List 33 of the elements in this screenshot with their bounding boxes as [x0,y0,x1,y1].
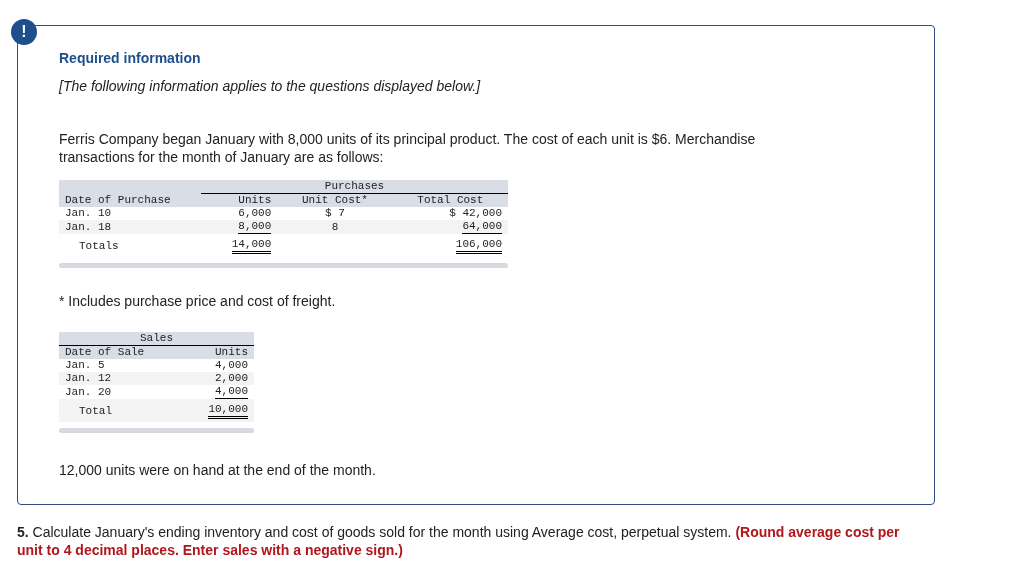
section-title: Required information [59,50,202,66]
question-text: 5. Calculate January's ending inventory and cost of goods sold for the month using Average cost, perpetual system. (Round average cost per unit to 4 decimal places. Enter sales with a negative sign.) [17,523,901,559]
table-cell: 2,000 [215,372,248,385]
alert-badge: ! [11,19,37,45]
table-cell: 64,000 [462,220,502,234]
table-cell: 14,000 [231,238,272,254]
table-cell: Jan. 12 [65,372,112,385]
table-cell: 4,000 [215,359,248,372]
table-cell: Jan. 18 [65,220,112,234]
column-header: Date of Sale [65,346,145,358]
column-header: Units [238,194,272,206]
closing-text: 12,000 units were on hand at the end of the month. [59,461,377,479]
column-header: Units [215,346,248,358]
table-cell: Totals [79,239,119,253]
table-cell: 6,000 [238,207,272,220]
table-cell: $ 42,000 [449,207,502,220]
table-cell: Jan. 10 [65,207,112,220]
table-cell: Total [79,404,112,418]
table-cell: 106,000 [455,238,502,254]
table-group-heading: Purchases [324,180,385,192]
table-cell: 10,000 [208,403,248,419]
table-group-heading: Sales [140,332,173,344]
footnote: * Includes purchase price and cost of freight. [59,292,337,310]
column-header: Total Cost [417,194,484,206]
section-note: [The following information applies to the questions displayed below.] [59,78,482,94]
table-cell: 8,000 [238,220,272,234]
table-cell: Jan. 20 [65,385,112,399]
column-header: Date of Purchase [65,193,171,206]
table-cell: $ 7 [325,207,345,220]
column-header: Unit Cost* [301,194,368,206]
table-cell: 8 [331,220,339,234]
intro-text: Ferris Company began January with 8,000 units of its principal product. The cost of each unit is $6. Merchandise transactions for the month of January are as follows: [59,130,757,166]
table-cell: Jan. 5 [65,359,105,372]
